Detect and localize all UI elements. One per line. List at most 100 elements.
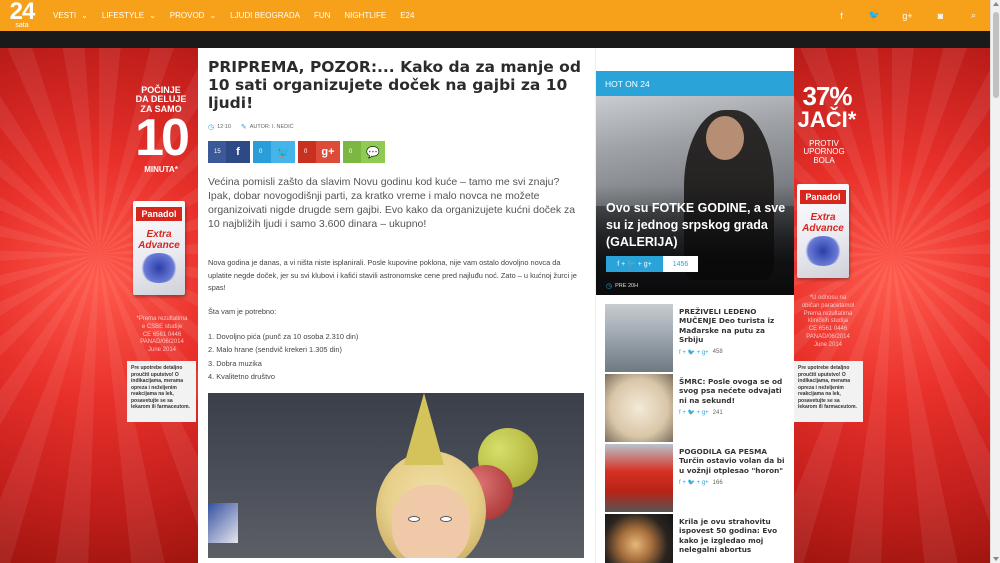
- page-scrollbar[interactable]: [990, 0, 1000, 563]
- eye: [440, 515, 452, 522]
- list-item: 1. Dovoljno pića (punč za 10 osoba 2.310…: [208, 331, 359, 341]
- ad-notice: Pre upotrebe detaljno proučiti uputstvo!…: [794, 361, 863, 422]
- party-blower: [208, 502, 238, 543]
- news-title[interactable]: Krila je ovu strahovitu ispovest 50 godi…: [679, 517, 785, 555]
- chevron-down-icon: ⌄: [209, 11, 217, 20]
- ad-fine-print: *Prema rezultatima e CSBE studije CE 656…: [136, 316, 188, 354]
- sidebar: HOT ON 24 Ovo su FOTKE GODINE, a sve su …: [595, 48, 794, 563]
- featured-time: ◷ PRE 20H: [606, 283, 639, 290]
- article-meta: ◷ 12:10 ✎ AUTOR: I. NEDIĆ: [208, 123, 585, 131]
- share-icons[interactable]: f + 🐦 + g+: [606, 256, 663, 272]
- article-paragraph: Šta vam je potrebno:: [208, 306, 277, 316]
- news-title[interactable]: POGODILA GA PESMA Turčin ostavio volan d…: [679, 447, 785, 475]
- ad-big-number: 10: [135, 109, 190, 167]
- news-thumbnail[interactable]: [605, 374, 673, 442]
- comments-button[interactable]: 0 💬: [343, 141, 385, 163]
- article-lead: Većina pomisli zašto da slavim Novu godi…: [208, 176, 576, 230]
- news-share[interactable]: f + 🐦 + g+ 166: [679, 479, 785, 487]
- list-item[interactable]: PREŽIVELI LEDENO MUČENJE Deo turista iz …: [605, 304, 785, 372]
- list-item: 3. Dobra muzika: [208, 358, 262, 368]
- nav-item-nightlife[interactable]: NIGHTLIFE: [344, 11, 386, 20]
- panadol-brand: Panadol: [800, 190, 846, 204]
- social-links: f 🐦 g+ ◙ ⌕: [825, 0, 990, 31]
- panadol-extra: Extra Advance: [802, 212, 844, 234]
- top-navbar: 24 sata VESTI ⌄ LIFESTYLE ⌄ PROVOD ⌄ LJUDI …: [0, 0, 990, 31]
- news-title[interactable]: ŠMRC: Posle ovoga se od svog psa nećete …: [679, 377, 785, 405]
- article-paragraph: Nova godina je danas, a vi ništa niste i…: [208, 258, 577, 293]
- article-list: 1. Dovoljno pića (punč za 10 osoba 2.310…: [208, 330, 585, 384]
- instagram-icon[interactable]: ◙: [924, 0, 957, 31]
- nav-item-ljudi-beograda[interactable]: LJUDI BEOGRADA: [230, 11, 300, 20]
- twitter-icon: 🐦: [271, 141, 295, 163]
- ad-big-number: 37%: [802, 81, 852, 111]
- chevron-down-icon: ⌄: [149, 11, 156, 20]
- article-author[interactable]: AUTOR: I. NEDIĆ: [250, 124, 294, 130]
- article-photo: [208, 392, 584, 558]
- article-time: 12:10: [217, 124, 231, 130]
- list-item: 2. Malo hrane (sendvič krekeri 1.305 din…: [208, 345, 342, 355]
- main-nav: VESTI ⌄ LIFESTYLE ⌄ PROVOD ⌄ LJUDI BEOGRADA…: [53, 0, 428, 31]
- woman-face: [392, 484, 470, 558]
- ad-big-word: JAČI*: [797, 107, 857, 132]
- clock-icon: ◷: [208, 124, 215, 131]
- twitter-share-button[interactable]: 0 🐦: [253, 141, 295, 163]
- ad-subline: PROTIV UPORNOG BOLA: [803, 139, 845, 165]
- ad-notice: Pre upotrebe detaljno proučiti uputstvo!…: [127, 361, 196, 422]
- news-thumbnail[interactable]: [605, 444, 673, 512]
- share-bar: 15 f 0 🐦 0 g+ 0 💬: [208, 141, 585, 163]
- panadol-swoosh: [139, 253, 179, 283]
- google-plus-share-button[interactable]: 0 g+: [298, 141, 340, 163]
- nav-item-provod[interactable]: PROVOD ⌄: [170, 11, 216, 20]
- news-share[interactable]: f + 🐦 + g+ 241: [679, 409, 785, 417]
- news-share[interactable]: f + 🐦 + g+ 458: [679, 349, 785, 356]
- panadol-extra: Extra Advance: [138, 229, 180, 251]
- nav-item-lifestyle[interactable]: LIFESTYLE ⌄: [102, 11, 156, 20]
- panadol-box: Panadol Extra Advance: [797, 184, 849, 278]
- scroll-up-icon[interactable]: [993, 2, 999, 6]
- logo-number: 24: [9, 0, 36, 25]
- nav-item-fun[interactable]: FUN: [314, 11, 330, 20]
- facebook-icon[interactable]: f: [825, 0, 858, 31]
- news-thumbnail[interactable]: [605, 514, 673, 563]
- list-item[interactable]: ŠMRC: Posle ovoga se od svog psa nećete …: [605, 374, 785, 442]
- facebook-icon: f: [226, 141, 250, 163]
- party-hat: [404, 392, 444, 465]
- comments-icon: 💬: [361, 141, 385, 163]
- google-plus-icon: g+: [316, 141, 340, 163]
- eye: [408, 515, 420, 522]
- facebook-share-button[interactable]: 15 f: [208, 141, 250, 163]
- pencil-icon: ✎: [240, 124, 247, 131]
- news-title[interactable]: PREŽIVELI LEDENO MUČENJE Deo turista iz …: [679, 307, 785, 345]
- ad-unit: MINUTA*: [144, 165, 178, 174]
- chevron-down-icon: ⌄: [81, 11, 88, 20]
- google-plus-icon[interactable]: g+: [891, 0, 924, 31]
- twitter-icon[interactable]: 🐦: [858, 0, 891, 31]
- right-ad-banner[interactable]: 37% JAČI* PROTIV UPORNOG BOLA Panadol Ex…: [794, 48, 990, 563]
- list-item[interactable]: POGODILA GA PESMA Turčin ostavio volan d…: [605, 444, 785, 512]
- list-item: 4. Kvalitetno društvo: [208, 372, 275, 382]
- panadol-box: Panadol Extra Advance: [133, 201, 185, 295]
- scroll-down-icon[interactable]: [993, 557, 999, 561]
- hero-head: [706, 116, 744, 160]
- featured-title[interactable]: Ovo su FOTKE GODINE, a sve su iz jednog …: [606, 200, 786, 251]
- nav-item-vesti[interactable]: VESTI ⌄: [53, 11, 88, 20]
- clock-icon: ◷: [606, 283, 613, 290]
- article: PRIPREMA, POZOR:... Kako da za manje od …: [198, 48, 595, 563]
- panadol-swoosh: [803, 236, 843, 266]
- share-count: 1456: [663, 256, 698, 272]
- featured-share[interactable]: f + 🐦 + g+ 1456: [606, 256, 698, 272]
- nav-item-e24[interactable]: E24: [400, 11, 414, 20]
- ad-fine-print: *U odnosu na običan paracetamol Prema re…: [801, 295, 855, 348]
- nav-dark-strip: [0, 31, 990, 48]
- logo-sub: sata: [15, 22, 29, 29]
- left-ad-banner[interactable]: POČINJE DA DELUJE ZA SAMO 10 MINUTA* Pan…: [0, 48, 198, 563]
- list-item[interactable]: Krila je ovu strahovitu ispovest 50 godi…: [605, 514, 785, 563]
- scrollbar-thumb[interactable]: [993, 12, 999, 98]
- hot-on-24-header: HOT ON 24: [596, 71, 794, 96]
- panadol-brand: Panadol: [136, 207, 182, 221]
- news-thumbnail[interactable]: [605, 304, 673, 372]
- article-title: PRIPREMA, POZOR:... Kako da za manje od …: [208, 58, 581, 112]
- site-logo[interactable]: 24 sata: [0, 0, 44, 31]
- search-icon[interactable]: ⌕: [957, 0, 990, 31]
- featured-story[interactable]: Ovo su FOTKE GODINE, a sve su iz jednog …: [596, 96, 794, 295]
